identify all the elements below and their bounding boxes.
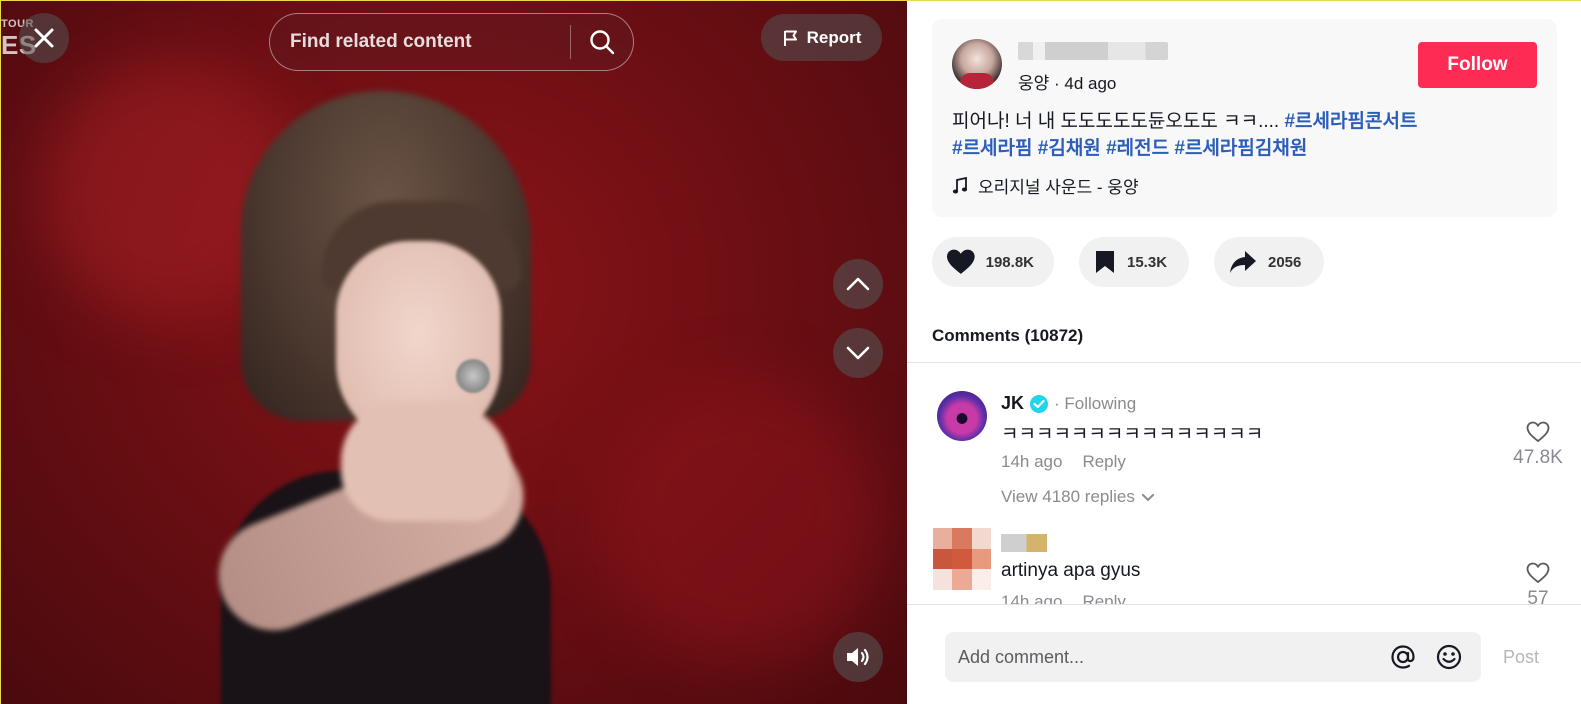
comment-like-button[interactable]: 57 [1508, 562, 1568, 604]
post-button[interactable]: Post [1503, 647, 1539, 668]
commenter-name-redacted[interactable] [1001, 534, 1047, 552]
like-count: 198.8K [985, 253, 1034, 271]
author-username-redacted[interactable] [1018, 42, 1168, 60]
verified-badge-icon [1030, 394, 1049, 413]
comment-time: 14h ago [1001, 592, 1063, 604]
view-replies-label: View 4180 replies [1001, 487, 1135, 506]
share-button[interactable]: 2056 [1214, 237, 1324, 287]
hashtag-link[interactable]: #김채원 [1038, 138, 1101, 159]
action-bar: 198.8K 15.3K 2056 [932, 237, 1324, 287]
share-count: 2056 [1268, 253, 1302, 271]
close-icon [34, 28, 54, 48]
comment-text: ㅋㅋㅋㅋㅋㅋㅋㅋㅋㅋㅋㅋㅋㅋㅋ [1001, 424, 1264, 445]
author-nickname-date: 웅양 · 4d ago [1018, 74, 1117, 93]
video-player[interactable]: TOUR ES Find related content Report [1, 1, 907, 704]
share-icon [1230, 251, 1256, 273]
search-button[interactable] [571, 14, 633, 70]
commenter-avatar[interactable] [933, 528, 991, 590]
heart-outline-icon [1526, 421, 1550, 443]
commenter-name-row: JK · Following [1001, 393, 1136, 414]
reply-button[interactable]: Reply [1082, 592, 1125, 604]
chevron-up-icon [846, 277, 870, 291]
mention-icon[interactable] [1389, 643, 1417, 671]
comment-meta: 14h ago Reply [1001, 452, 1126, 472]
reply-button[interactable]: Reply [1082, 452, 1125, 472]
report-button[interactable]: Report [761, 14, 882, 61]
comment-input[interactable]: Add comment... [945, 632, 1481, 682]
view-replies-button[interactable]: View 4180 replies [1001, 487, 1155, 507]
like-button[interactable]: 198.8K [932, 237, 1054, 287]
post-caption: 피어나! 너 내 도도도도도듄오도도 ㅋㅋ.... #르세라핌콘서트 #르세라핌… [952, 108, 1532, 162]
comments-header: Comments (10872) [932, 326, 1084, 345]
volume-icon [847, 648, 869, 666]
comment-meta: 14h ago Reply [1001, 592, 1126, 604]
flag-icon [783, 30, 797, 46]
heart-outline-icon [1526, 562, 1550, 584]
related-content-search[interactable]: Find related content [269, 13, 634, 71]
music-note-icon [952, 176, 968, 193]
performer-video-frame [201, 91, 581, 704]
following-label: · Following [1054, 393, 1137, 413]
comment-composer: Add comment... Post [907, 604, 1581, 704]
hashtag-link[interactable]: #르세라핌김채원 [1174, 138, 1307, 159]
save-button[interactable]: 15.3K [1079, 237, 1189, 287]
search-input[interactable]: Find related content [270, 31, 570, 53]
close-button[interactable] [19, 13, 69, 63]
comment-like-button[interactable]: 47.8K [1508, 421, 1568, 469]
next-video-button[interactable] [833, 328, 883, 378]
previous-video-button[interactable] [833, 259, 883, 309]
caption-text: 피어나! 너 내 도도도도도듄오도도 ㅋㅋ.... [952, 111, 1285, 132]
bookmark-icon [1096, 251, 1114, 273]
author-avatar[interactable] [952, 39, 1002, 89]
emoji-icon[interactable] [1435, 643, 1463, 671]
comment-like-count: 47.8K [1513, 447, 1563, 468]
commenter-name-row [1001, 534, 1047, 552]
music-link[interactable]: 오리지널 사운드 - 웅양 [952, 173, 1139, 198]
post-info-card: 웅양 · 4d ago Follow 피어나! 너 내 도도도도도듄오도도 ㅋㅋ… [932, 19, 1557, 217]
heart-icon [946, 249, 975, 274]
hashtag-link[interactable]: #르세라핌콘서트 [1284, 111, 1417, 132]
commenter-name[interactable]: JK [1001, 393, 1024, 414]
chevron-down-icon [1141, 494, 1154, 502]
comment-like-count: 57 [1527, 588, 1549, 604]
save-count: 15.3K [1127, 253, 1168, 271]
report-label: Report [806, 27, 862, 47]
comment-time: 14h ago [1001, 452, 1063, 471]
follow-button[interactable]: Follow [1418, 42, 1537, 88]
music-title: 오리지널 사운드 - 웅양 [978, 178, 1139, 197]
chevron-down-icon [846, 346, 870, 360]
details-panel: 웅양 · 4d ago Follow 피어나! 너 내 도도도도도듄오도도 ㅋㅋ… [907, 1, 1581, 704]
search-icon [590, 30, 615, 55]
hashtag-link[interactable]: #레전드 [1106, 138, 1169, 159]
comments-list[interactable]: JK · Following ㅋㅋㅋㅋㅋㅋㅋㅋㅋㅋㅋㅋㅋㅋㅋ 14h ago R… [907, 363, 1581, 604]
comment-text: artinya apa gyus [1001, 560, 1141, 581]
volume-button[interactable] [833, 632, 883, 682]
hashtag-link[interactable]: #르세라핌 [952, 138, 1033, 159]
comment-input-placeholder: Add comment... [958, 646, 1085, 667]
commenter-avatar[interactable] [937, 391, 987, 441]
